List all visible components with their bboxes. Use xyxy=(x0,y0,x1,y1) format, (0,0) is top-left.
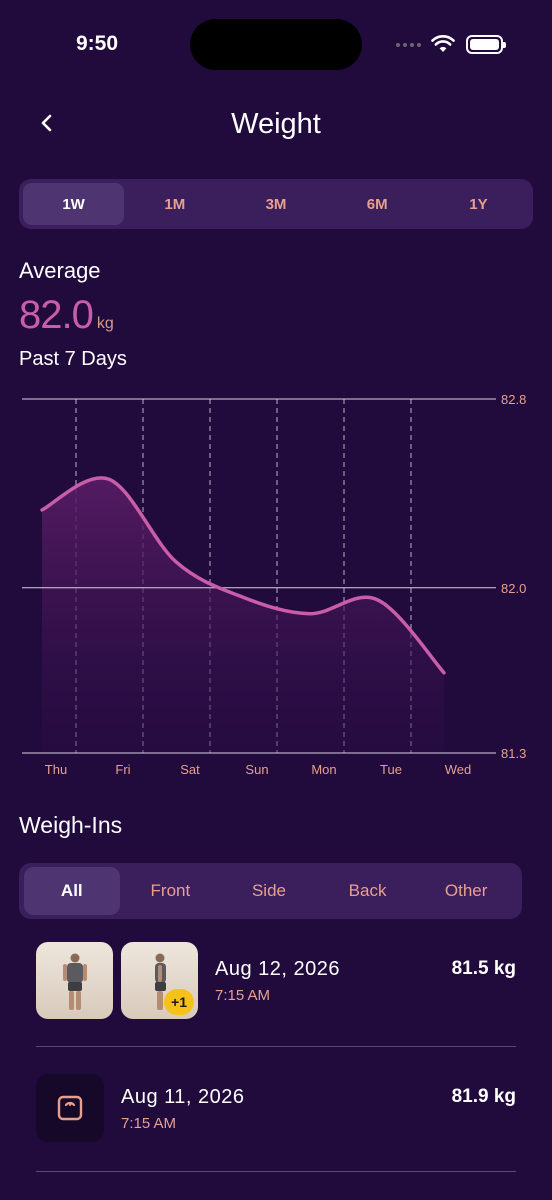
x-tick-label: Fri xyxy=(115,762,130,777)
y-tick-label: 82.8 xyxy=(501,392,526,407)
entry-weight: 81.9 kg xyxy=(451,1086,516,1107)
tab-side[interactable]: Side xyxy=(221,867,317,915)
tab-back[interactable]: Back xyxy=(320,867,416,915)
scale-icon-box xyxy=(36,1074,104,1142)
tab-other[interactable]: Other xyxy=(418,867,514,915)
tab-all[interactable]: All xyxy=(24,867,120,915)
battery-icon xyxy=(466,35,506,54)
status-time: 9:50 xyxy=(76,32,119,55)
scale-icon xyxy=(57,1095,83,1121)
entry-time: 7:15 AM xyxy=(121,1115,177,1132)
wifi-icon xyxy=(431,35,455,52)
entry-date: Aug 12, 2026 xyxy=(215,958,340,980)
average-unit: kg xyxy=(96,315,114,332)
entry-date: Aug 11, 2026 xyxy=(121,1086,245,1108)
person-front-image xyxy=(62,953,87,1010)
y-tick-label: 82.0 xyxy=(501,581,526,596)
y-tick-label: 81.3 xyxy=(501,746,526,761)
weight-chart: 82.8 82.0 81.3 Thu Fri Sat Sun Mon Tue Wed xyxy=(22,392,526,777)
side-photo-thumbnail[interactable]: +1 xyxy=(121,942,198,1019)
x-tick-label: Wed xyxy=(445,762,472,777)
period-label: Past 7 Days xyxy=(19,348,127,370)
weighins-title: Weigh-Ins xyxy=(19,812,123,838)
weighin-entry[interactable]: +1 Aug 12, 2026 7:15 AM 81.5 kg xyxy=(36,940,516,1047)
x-tick-label: Thu xyxy=(45,762,67,777)
more-photos-badge: +1 xyxy=(164,989,194,1015)
x-tick-label: Mon xyxy=(311,762,336,777)
view-filter-tabs: All Front Side Back Other xyxy=(19,863,522,919)
weighin-entry[interactable]: Aug 11, 2026 7:15 AM 81.9 kg xyxy=(36,1074,516,1172)
tab-6m[interactable]: 6M xyxy=(327,183,428,225)
x-tick-label: Sun xyxy=(245,762,268,777)
range-tabs: 1W 1M 3M 6M 1Y xyxy=(19,179,533,229)
tab-1w[interactable]: 1W xyxy=(23,183,125,225)
average-label: Average xyxy=(19,258,101,283)
x-tick-label: Tue xyxy=(380,762,402,777)
tab-3m[interactable]: 3M xyxy=(225,183,326,225)
tab-1y[interactable]: 1Y xyxy=(428,183,529,225)
front-photo-thumbnail[interactable] xyxy=(36,942,113,1019)
weight-area-fill xyxy=(42,477,444,753)
entry-time: 7:15 AM xyxy=(215,987,271,1004)
tab-1m[interactable]: 1M xyxy=(124,183,225,225)
cellular-signal-icon xyxy=(396,43,421,47)
page-title: Weight xyxy=(231,108,321,140)
dynamic-island xyxy=(190,19,362,70)
entry-weight: 81.5 kg xyxy=(451,958,516,979)
x-tick-label: Sat xyxy=(180,762,200,777)
average-value: 82.0 xyxy=(19,293,94,337)
average-row: 82.0 kg xyxy=(19,293,114,338)
tab-front[interactable]: Front xyxy=(123,867,219,915)
